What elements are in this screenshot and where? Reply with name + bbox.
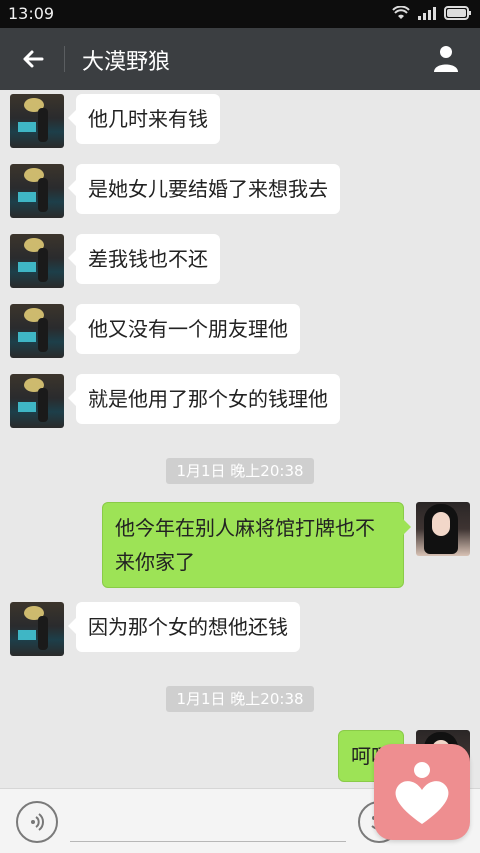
status-bar: 13:09 xyxy=(0,0,480,28)
message-bubble[interactable]: 他几时来有钱 xyxy=(68,94,220,144)
arrow-left-icon[interactable] xyxy=(18,44,48,74)
contact-avatar[interactable] xyxy=(10,164,64,218)
signal-icon xyxy=(418,6,436,20)
message-input[interactable] xyxy=(70,841,346,842)
wifi-icon xyxy=(392,6,410,19)
message-bubble[interactable]: 是她女儿要结婚了来想我去 xyxy=(68,164,340,214)
contact-avatar[interactable] xyxy=(10,234,64,288)
message-line: 来你家了 xyxy=(115,550,195,574)
chat-title: 大漠野狼 xyxy=(82,50,171,75)
time-chip: 1月1日 晚上20:38 xyxy=(166,686,314,712)
my-avatar[interactable] xyxy=(416,502,470,556)
contact-avatar[interactable] xyxy=(10,94,64,148)
message-bubble[interactable]: 差我钱也不还 xyxy=(68,234,220,284)
contact-avatar[interactable] xyxy=(10,602,64,656)
status-icons xyxy=(392,6,472,20)
contact-avatar[interactable] xyxy=(10,304,64,358)
person-icon[interactable] xyxy=(430,42,462,74)
message-line: 他今年在别人麻将馆打牌也不 xyxy=(115,516,375,540)
message-bubble[interactable]: 他又没有一个朋友理他 xyxy=(68,304,300,354)
voice-icon xyxy=(31,813,44,831)
message-bubble[interactable]: 他今年在别人麻将馆打牌也不 来你家了 xyxy=(102,502,411,588)
floating-heart-button[interactable] xyxy=(374,744,470,840)
voice-button[interactable] xyxy=(16,801,58,843)
contact-avatar[interactable] xyxy=(10,374,64,428)
heart-icon xyxy=(395,762,449,824)
battery-icon xyxy=(444,6,471,20)
chat-area[interactable]: 他几时来有钱 是她女儿要结婚了来想我去 差我钱也不还 他又没有一个朋友理他 就是… xyxy=(0,90,480,788)
message-bubble[interactable]: 因为那个女的想他还钱 xyxy=(68,602,300,652)
time-chip: 1月1日 晚上20:38 xyxy=(166,458,314,484)
message-bubble[interactable]: 就是他用了那个女的钱理他 xyxy=(68,374,340,424)
chat-header: 大漠野狼 xyxy=(0,28,480,90)
header-divider xyxy=(64,46,65,72)
status-time: 13:09 xyxy=(8,4,55,23)
